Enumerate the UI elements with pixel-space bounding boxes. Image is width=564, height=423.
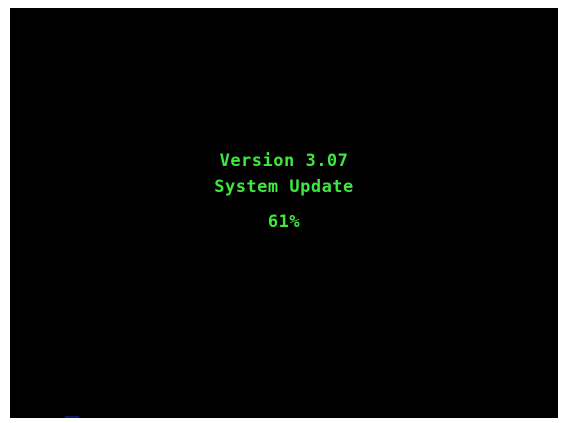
- version-label: Version 3.07: [219, 151, 349, 171]
- update-status-block: Version 3.07 System Update 61%: [10, 148, 558, 235]
- progress-percent: 61%: [267, 212, 301, 232]
- update-screen: Version 3.07 System Update 61%: [10, 8, 558, 418]
- bottom-edge-artifact: [65, 416, 79, 418]
- update-title: System Update: [214, 177, 354, 197]
